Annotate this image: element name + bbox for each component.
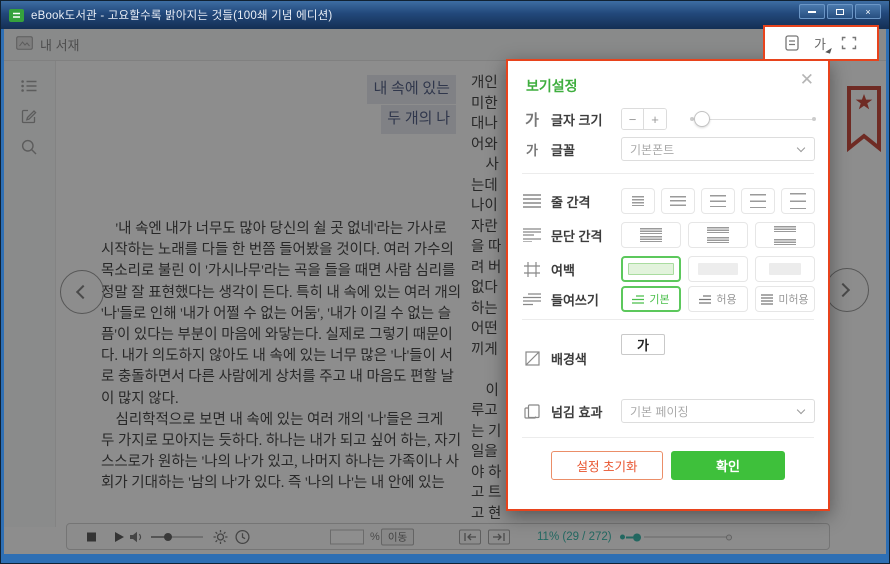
page-transition-icon — [522, 404, 542, 419]
line-spacing-option-3[interactable] — [701, 188, 735, 214]
font-family-row: 가 글꼴 기본폰트 — [522, 135, 814, 163]
divider — [522, 173, 814, 174]
indent-label: 들여쓰기 — [551, 290, 599, 309]
font-icon: 가 — [522, 140, 542, 159]
font-size-decrease-button[interactable]: − — [622, 109, 644, 129]
paragraph-spacing-label: 문단 간격 — [551, 226, 602, 245]
margin-option-3[interactable] — [755, 256, 815, 282]
app-icon — [9, 9, 24, 22]
background-color-row: 배경색 가 — [522, 331, 814, 385]
indent-icon — [522, 293, 542, 306]
line-spacing-icon — [522, 194, 542, 208]
divider — [522, 437, 814, 438]
app-window: eBook도서관 - 고요할수록 밝아지는 것들(100쇄 기념 에디션) × … — [0, 0, 890, 564]
view-settings-icon[interactable]: 가 — [814, 34, 826, 53]
indent-option-label: 미허용 — [778, 291, 808, 307]
indent-option-label: 허용 — [716, 291, 736, 307]
font-size-slider[interactable] — [691, 109, 815, 129]
minimize-button[interactable] — [799, 4, 825, 19]
bg-swatch-white[interactable]: 가 — [621, 334, 665, 355]
view-settings-panel: 보기설정 ✕ 가 글자 크기 − + 가 글꼴 — [506, 59, 830, 511]
font-size-increase-button[interactable]: + — [644, 109, 666, 129]
font-family-value: 기본폰트 — [630, 141, 674, 158]
indent-option-default[interactable]: 기본 — [621, 286, 681, 312]
font-size-row: 가 글자 크기 − + — [522, 105, 814, 133]
panel-close-icon[interactable]: ✕ — [800, 70, 814, 90]
paragraph-spacing-option-3[interactable] — [755, 222, 815, 248]
reading-note-icon[interactable] — [785, 35, 799, 51]
font-family-dropdown[interactable]: 기본폰트 — [621, 137, 815, 161]
paragraph-spacing-icon — [522, 228, 542, 242]
font-family-label: 글꼴 — [551, 140, 575, 159]
chevron-down-icon — [797, 144, 805, 152]
paragraph-spacing-row: 문단 간격 — [522, 221, 814, 249]
window-controls: × — [799, 4, 881, 19]
confirm-button[interactable]: 확인 — [671, 451, 785, 480]
page-transition-row: 넘김 효과 기본 페이징 — [522, 397, 814, 425]
font-size-icon: 가 — [522, 109, 542, 130]
background-color-icon — [522, 351, 542, 366]
indent-default-icon — [632, 295, 644, 304]
indent-allow-icon — [699, 295, 711, 304]
maximize-button[interactable] — [827, 4, 853, 19]
page-transition-dropdown[interactable]: 기본 페이징 — [621, 399, 815, 423]
titlebar: eBook도서관 - 고요할수록 밝아지는 것들(100쇄 기념 에디션) × — [1, 1, 889, 29]
font-size-label: 글자 크기 — [551, 110, 602, 129]
panel-footer: 설정 초기화 확인 — [522, 451, 814, 480]
page-transition-label: 넘김 효과 — [551, 402, 602, 421]
chevron-down-icon — [797, 406, 805, 414]
panel-title: 보기설정 — [526, 76, 578, 96]
close-button[interactable]: × — [855, 4, 881, 19]
margin-label: 여백 — [551, 260, 575, 279]
line-spacing-option-5[interactable] — [781, 188, 815, 214]
window-title: eBook도서관 - 고요할수록 밝아지는 것들(100쇄 기념 에디션) — [31, 7, 332, 23]
font-size-slider-knob[interactable] — [694, 111, 710, 127]
font-size-stepper: − + — [621, 108, 667, 130]
indent-option-label: 기본 — [649, 291, 669, 307]
margin-option-2[interactable] — [688, 256, 748, 282]
fullscreen-icon[interactable] — [841, 36, 857, 50]
paragraph-spacing-option-1[interactable] — [621, 222, 681, 248]
margin-option-1[interactable] — [621, 256, 681, 282]
indent-disallow-icon — [761, 294, 773, 305]
indent-option-allow[interactable]: 허용 — [688, 286, 748, 312]
background-color-label: 배경색 — [551, 349, 587, 368]
page-transition-value: 기본 페이징 — [630, 403, 689, 420]
reset-settings-button[interactable]: 설정 초기화 — [551, 451, 663, 480]
line-spacing-option-1[interactable] — [621, 188, 655, 214]
line-spacing-row: 줄 간격 — [522, 187, 814, 215]
view-settings-toolbar-group: 가 — [763, 25, 879, 61]
line-spacing-label: 줄 간격 — [551, 192, 591, 211]
divider — [522, 319, 814, 320]
indent-option-disallow[interactable]: 미허용 — [755, 286, 815, 312]
line-spacing-option-2[interactable] — [661, 188, 695, 214]
paragraph-spacing-option-2[interactable] — [688, 222, 748, 248]
line-spacing-option-4[interactable] — [741, 188, 775, 214]
indent-row: 들여쓰기 기본 허용 미허용 — [522, 285, 814, 313]
margin-row: 여백 — [522, 255, 814, 283]
margin-icon — [522, 262, 542, 277]
